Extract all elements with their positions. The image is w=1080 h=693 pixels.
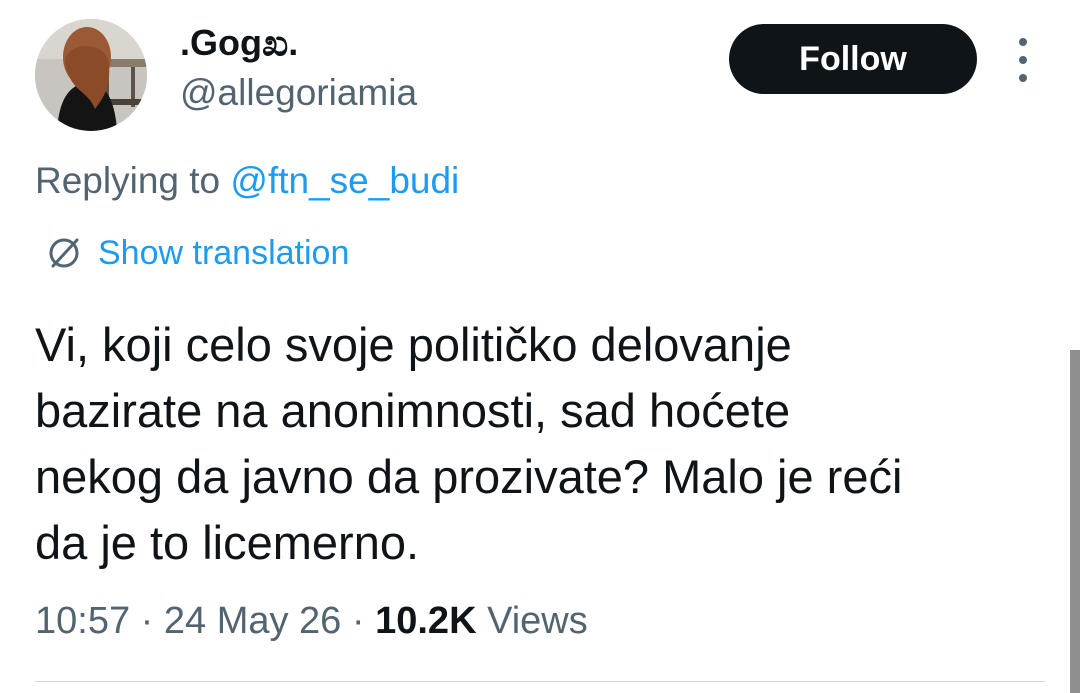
replying-to-line: Replying to @ftn_se_budi xyxy=(35,156,459,206)
meta-separator: · xyxy=(341,600,376,642)
globe-icon xyxy=(49,238,79,268)
more-vertical-icon[interactable] xyxy=(1013,38,1033,82)
more-dot xyxy=(1019,74,1027,82)
show-translation-link[interactable]: Show translation xyxy=(98,234,349,273)
meta-separator: · xyxy=(130,600,164,642)
follow-button[interactable]: Follow xyxy=(729,24,977,94)
more-dot xyxy=(1019,38,1027,46)
tweet-text: Vi, koji celo svoje političko delovanje … xyxy=(35,318,903,569)
display-name[interactable]: .Gogಖ. xyxy=(180,18,298,68)
divider xyxy=(35,681,1045,682)
reply-mention-link[interactable]: @ftn_se_budi xyxy=(230,160,459,201)
views-label: Views xyxy=(476,600,588,642)
scrollbar[interactable] xyxy=(1070,350,1080,693)
tweet-date[interactable]: 24 May 26 xyxy=(164,600,341,642)
tweet-meta: 10:57 · 24 May 26 · 10.2K Views xyxy=(35,596,588,646)
user-handle[interactable]: @allegoriamia xyxy=(180,68,417,118)
more-dot xyxy=(1019,56,1027,64)
avatar[interactable] xyxy=(35,19,147,131)
replying-to-label: Replying to xyxy=(35,160,231,201)
tweet-time[interactable]: 10:57 xyxy=(35,600,130,642)
show-translation-row[interactable]: Show translation xyxy=(46,228,349,278)
views-count: 10.2K xyxy=(375,600,477,642)
